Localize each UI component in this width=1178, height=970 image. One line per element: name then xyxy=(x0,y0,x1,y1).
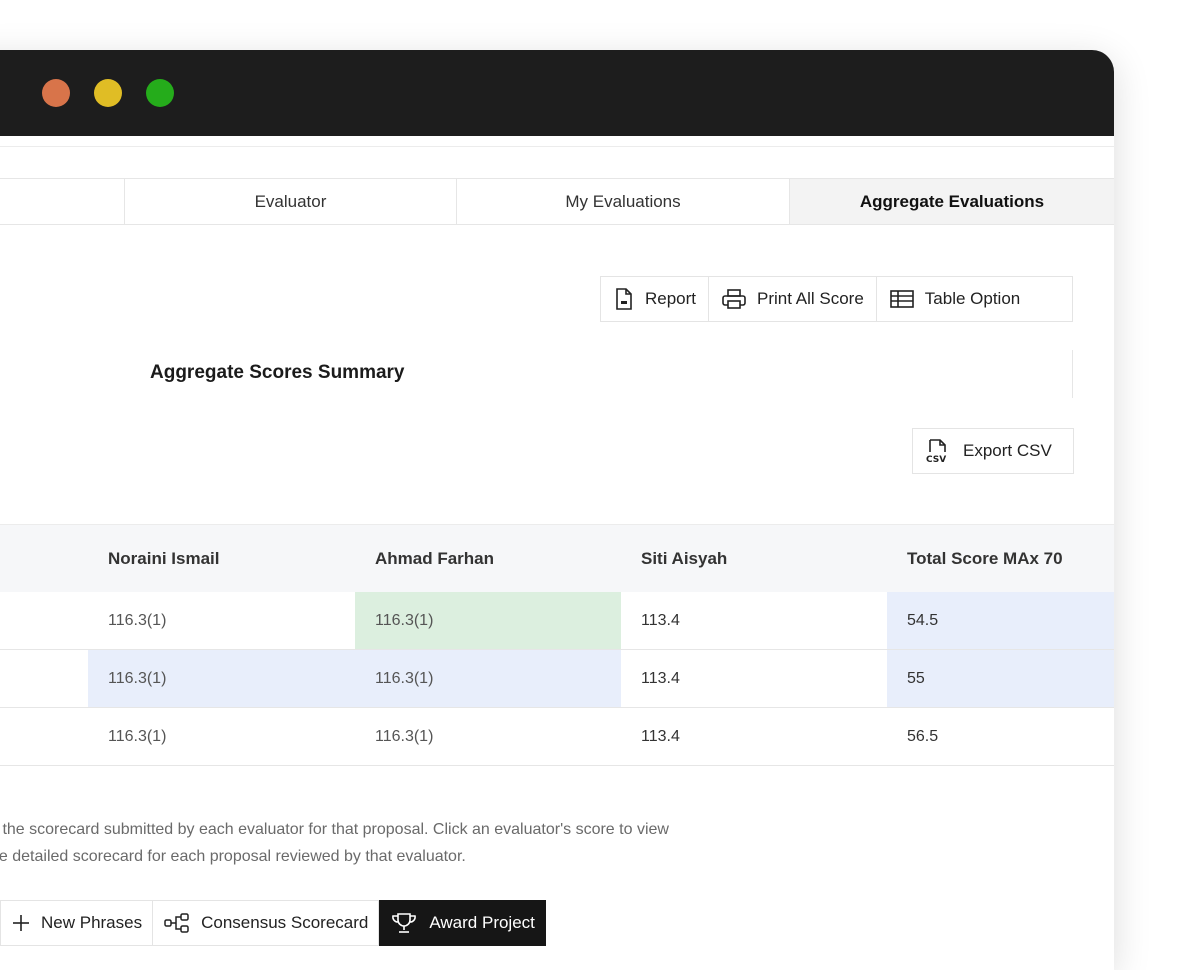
print-all-score-label: Print All Score xyxy=(757,289,864,308)
total-score-cell: 54.5 xyxy=(887,592,1114,649)
total-score-cell: 55 xyxy=(887,650,1114,707)
new-phrases-button[interactable]: New Phrases xyxy=(0,900,154,946)
table-option-label: Table Option xyxy=(924,289,1021,308)
score-cell[interactable]: 116.3(1) xyxy=(88,650,355,707)
table-row: 116.3(1) 116.3(1) 113.4 55 xyxy=(0,650,1114,708)
total-score-cell: 56.5 xyxy=(907,728,939,745)
new-phrases-label: New Phrases xyxy=(41,913,143,932)
app-window: Evaluator My Evaluations Aggregate Evalu… xyxy=(0,50,1114,970)
score-cell[interactable]: 113.4 xyxy=(621,650,887,707)
description-line-2: he detailed scorecard for each proposal … xyxy=(0,848,466,865)
header-total-score: Total Score MAx 70 xyxy=(907,549,1063,568)
report-label: Report xyxy=(645,289,697,308)
tab-aggregate-evaluations[interactable]: Aggregate Evaluations xyxy=(789,179,1114,224)
document-icon xyxy=(616,288,632,310)
trophy-icon xyxy=(392,913,417,933)
score-cell[interactable]: 113.4 xyxy=(621,708,887,765)
print-all-score-button[interactable]: Print All Score xyxy=(709,277,877,321)
header-divider xyxy=(0,146,1114,147)
section-title: Aggregate Scores Summary xyxy=(150,362,405,383)
evaluation-tabs: Evaluator My Evaluations Aggregate Evalu… xyxy=(0,178,1114,225)
table-header: Noraini Ismail Ahmad Farhan Siti Aisyah … xyxy=(0,524,1114,592)
score-cell[interactable]: 116.3(1) xyxy=(355,650,621,707)
header-siti-aisyah: Siti Aisyah xyxy=(641,549,728,568)
window-titlebar xyxy=(0,50,1114,136)
help-description: v the scorecard submitted by each evalua… xyxy=(0,816,990,870)
consensus-scorecard-label: Consensus Scorecard xyxy=(201,913,369,932)
score-cell[interactable]: 113.4 xyxy=(621,592,887,649)
close-window-button[interactable] xyxy=(42,79,70,107)
export-csv-label: Export CSV xyxy=(963,441,1052,460)
svg-text:CSV: CSV xyxy=(926,455,946,464)
tab-my-evaluations[interactable]: My Evaluations xyxy=(456,179,789,224)
header-noraini-ismail: Noraini Ismail xyxy=(108,549,220,568)
printer-icon xyxy=(722,289,746,309)
header-ahmad-farhan: Ahmad Farhan xyxy=(375,549,495,568)
score-cell[interactable]: 116.3(1) xyxy=(355,592,621,649)
report-button[interactable]: Report xyxy=(601,277,710,321)
tab-evaluator[interactable]: Evaluator xyxy=(124,179,456,224)
plus-icon xyxy=(13,915,29,931)
action-bar: New Phrases Consensus Scorecard Award Pr… xyxy=(0,900,546,946)
csv-file-icon: CSV xyxy=(926,439,946,464)
table-row: 116.3(1) 116.3(1) 113.4 56.5 xyxy=(0,708,1114,766)
score-cell[interactable]: 116.3(1) xyxy=(88,592,355,649)
award-project-label: Award Project xyxy=(429,913,535,932)
table-row: 116.3(1) 116.3(1) 113.4 54.5 xyxy=(0,592,1114,650)
consensus-scorecard-button[interactable]: Consensus Scorecard xyxy=(153,900,380,946)
report-toolbar: Report Print All Score Table Option xyxy=(600,276,1073,322)
table-icon xyxy=(889,290,914,308)
maximize-window-button[interactable] xyxy=(146,79,174,107)
export-csv-button[interactable]: CSV Export CSV xyxy=(912,428,1074,474)
section-divider xyxy=(1072,350,1073,398)
score-cell[interactable]: 116.3(1) xyxy=(88,708,355,765)
award-project-button[interactable]: Award Project xyxy=(379,900,546,946)
hierarchy-icon xyxy=(164,913,189,933)
description-line-1: v the scorecard submitted by each evalua… xyxy=(0,821,669,838)
table-option-button[interactable]: Table Option xyxy=(877,277,1032,321)
minimize-window-button[interactable] xyxy=(94,79,122,107)
score-cell[interactable]: 116.3(1) xyxy=(355,708,621,765)
